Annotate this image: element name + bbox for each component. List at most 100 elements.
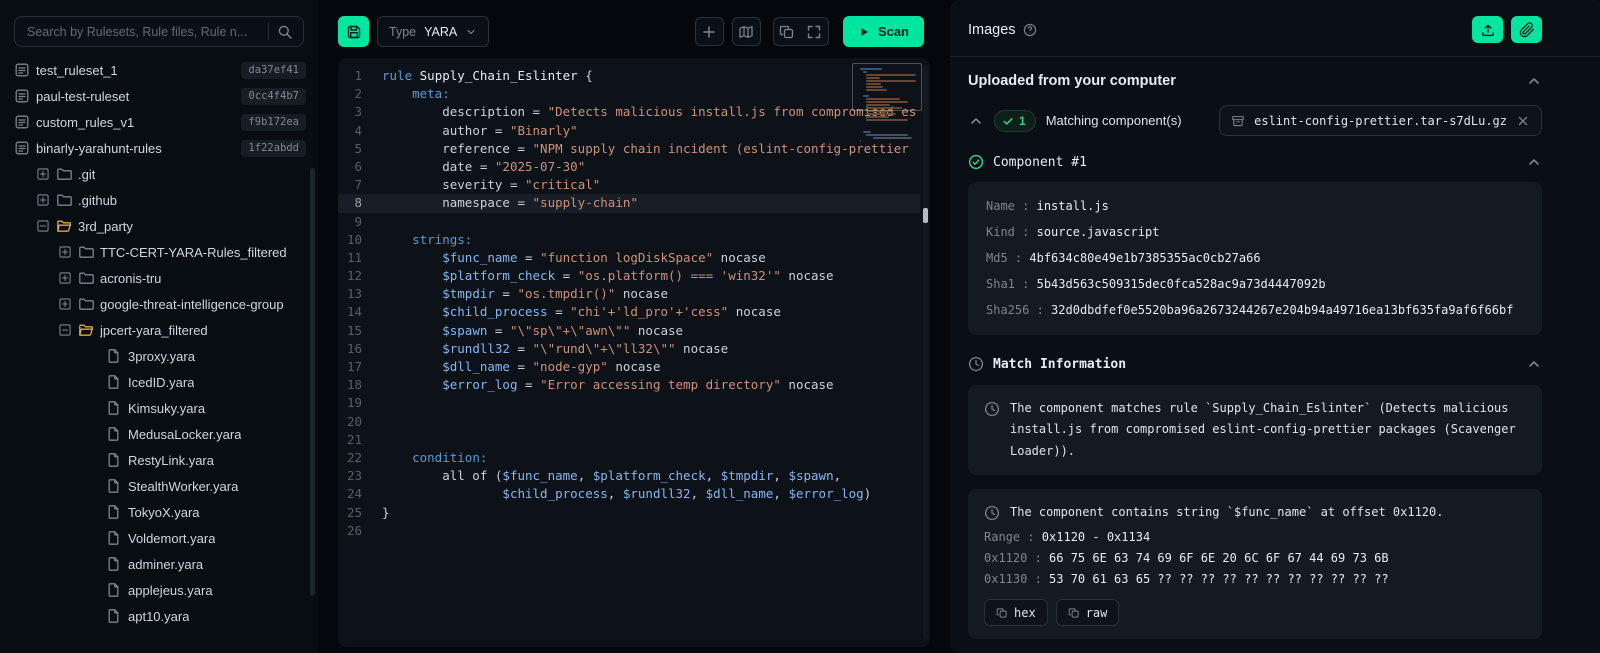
minimap-line [866, 119, 908, 121]
code-line[interactable]: 3 description = "Detects malicious insta… [338, 103, 920, 121]
tree-item[interactable]: StealthWorker.yara [0, 473, 318, 499]
code-line[interactable]: 9 [338, 213, 920, 231]
tree-item[interactable]: RestyLink.yara [0, 447, 318, 473]
tree-item[interactable]: custom_rules_v1 f9b172ea [0, 109, 318, 135]
ruleset-hash-badge: da37ef41 [241, 61, 306, 79]
map-button[interactable] [731, 17, 761, 46]
component-field-row: Kind : source.javascript [986, 225, 1160, 239]
tree-item[interactable]: 3proxy.yara [0, 343, 318, 369]
code-line[interactable]: 10 strings: [338, 231, 920, 249]
save-button[interactable] [338, 16, 369, 47]
line-number: 26 [346, 522, 362, 538]
code-editor[interactable]: 1 rule Supply_Chain_Eslinter {2 meta: 3 de… [338, 58, 930, 647]
minimap-line [866, 134, 908, 136]
collapse-component-icon[interactable] [1526, 154, 1542, 170]
code-line[interactable]: 11 $func_name = "function logDiskSpace" … [338, 249, 920, 267]
tree-item[interactable]: applejeus.yara [0, 577, 318, 603]
search-input[interactable] [27, 24, 260, 39]
tree-item[interactable]: .github [0, 187, 318, 213]
line-number: 14 [346, 304, 362, 320]
editor-view-buttons [772, 17, 829, 46]
tree-item-label: applejeus.yara [128, 582, 213, 598]
tree-item[interactable]: TokyoX.yara [0, 499, 318, 525]
tree-item[interactable]: MedusaLocker.yara [0, 421, 318, 447]
line-text: $error_log = "Error accessing temp direc… [442, 377, 834, 393]
code-line[interactable]: 20 [338, 413, 920, 431]
scan-label: Scan [877, 24, 909, 39]
tree-item[interactable]: Voldemort.yara [0, 525, 318, 551]
field-label: Sha256 [986, 303, 1030, 317]
tree-item[interactable]: test_ruleset_1 da37ef41 [0, 57, 318, 83]
tree-item-label: custom_rules_v1 [36, 114, 135, 130]
code-line[interactable]: 21 [338, 431, 920, 449]
editor-scrollbar[interactable] [923, 66, 928, 639]
scan-button[interactable]: Scan [842, 16, 924, 47]
code-line[interactable]: 19 [338, 394, 920, 412]
code-line[interactable]: 6 date = "2025-07-30" [338, 158, 920, 176]
code-line[interactable]: 17 $dll_name = "node-gyp" nocase [338, 358, 920, 376]
tree-item[interactable]: .git [0, 161, 318, 187]
clock-icon [984, 401, 1000, 417]
tree-item[interactable]: 3rd_party [0, 213, 318, 239]
tree-item[interactable]: paul-test-ruleset 0cc4f4b7 [0, 83, 318, 109]
collapse-matching-icon[interactable] [968, 113, 984, 129]
help-icon[interactable] [1023, 23, 1037, 37]
tree-item[interactable]: TTC-CERT-YARA-Rules_filtered [0, 239, 318, 265]
tree-item[interactable]: binarly-yarahunt-rules 1f22abdd [0, 135, 318, 161]
tree-item-label: binarly-yarahunt-rules [36, 140, 162, 156]
collapse-uploaded-icon[interactable] [1526, 73, 1542, 89]
search-icon[interactable] [277, 24, 293, 40]
close-icon[interactable] [1516, 114, 1530, 128]
tree-item-label: IcedID.yara [128, 374, 195, 390]
code-line[interactable]: 16 $rundll32 = "\"rund\"+\"ll32\"" nocas… [338, 340, 920, 358]
tree-item[interactable]: IcedID.yara [0, 369, 318, 395]
clock-icon [984, 505, 1000, 521]
hex-view-button[interactable]: hex [984, 599, 1048, 627]
uploaded-section-header: Uploaded from your computer [968, 73, 1542, 89]
field-value: 32d0dbdfef0e5520ba96a2673244267e204b94a4… [1051, 303, 1514, 317]
code-line[interactable]: 24 $child_process, $rundll32, $dll_name,… [338, 485, 920, 503]
code-line[interactable]: 13 $tmpdir = "os.tmpdir()" nocase [338, 285, 920, 303]
tree-item[interactable]: google-threat-intelligence-group [0, 291, 318, 317]
code-line[interactable]: 2 meta: [338, 85, 920, 103]
tree-item[interactable]: apt10.yara [0, 603, 318, 629]
code-line[interactable]: 15 $spawn = "\"sp\"+\"awn\"" nocase [338, 322, 920, 340]
type-select[interactable]: Type YARA [377, 16, 490, 47]
upload-button[interactable] [1472, 16, 1503, 43]
collapse-match-info-icon[interactable] [1526, 356, 1542, 372]
minimap-viewport[interactable] [852, 63, 922, 111]
sidebar-scrollbar[interactable] [310, 168, 315, 596]
code-line[interactable]: 1 rule Supply_Chain_Eslinter { [338, 67, 920, 85]
copy-code-button[interactable] [774, 18, 801, 45]
code-line[interactable]: 25} [338, 504, 920, 522]
match-rule-card: The component matches rule `Supply_Chain… [968, 385, 1542, 476]
code-line[interactable]: 4 author = "Binarly" [338, 122, 920, 140]
tree-item[interactable]: adminer.yara [0, 551, 318, 577]
code-line[interactable]: 22 condition: [338, 449, 920, 467]
code-line[interactable]: 18 $error_log = "Error accessing temp di… [338, 376, 920, 394]
tree-item[interactable]: Kimsuky.yara [0, 395, 318, 421]
code-line[interactable]: 5 reference = "NPM supply chain incident… [338, 140, 920, 158]
images-body: Uploaded from your computer 1 Matching c… [950, 57, 1600, 640]
raw-view-button[interactable]: raw [1055, 599, 1120, 627]
tree-item-label: StealthWorker.yara [128, 478, 239, 494]
code-line[interactable]: 12 $platform_check = "os.platform() === … [338, 267, 920, 285]
hex-row-label: 0x1120 : [984, 551, 1050, 566]
type-select-label: Type [389, 24, 417, 39]
file-icon [106, 452, 122, 468]
images-header: Images [950, 0, 1600, 57]
line-number: 16 [346, 340, 362, 356]
add-button[interactable] [694, 17, 724, 46]
attach-button[interactable] [1511, 16, 1542, 43]
code-line[interactable]: 23 all of ($func_name, $platform_check, … [338, 467, 920, 485]
editor-scrollbar-thumb[interactable] [923, 208, 928, 223]
tree-item[interactable]: jpcert-yara_filtered [0, 317, 318, 343]
tree-item[interactable]: acronis-tru [0, 265, 318, 291]
code-line[interactable]: 7 severity = "critical" [338, 176, 920, 194]
fullscreen-button[interactable] [801, 18, 828, 45]
uploaded-file-chip[interactable]: eslint-config-prettier.tar-s7dLu.gz [1219, 105, 1542, 136]
code-line[interactable]: 26 [338, 522, 920, 540]
code-line[interactable]: 8 namespace = "supply-chain" [338, 194, 920, 213]
code-line[interactable]: 14 $child_process = "chi'+'ld_pro'+'cess… [338, 303, 920, 321]
chevron-down-icon [465, 26, 477, 38]
